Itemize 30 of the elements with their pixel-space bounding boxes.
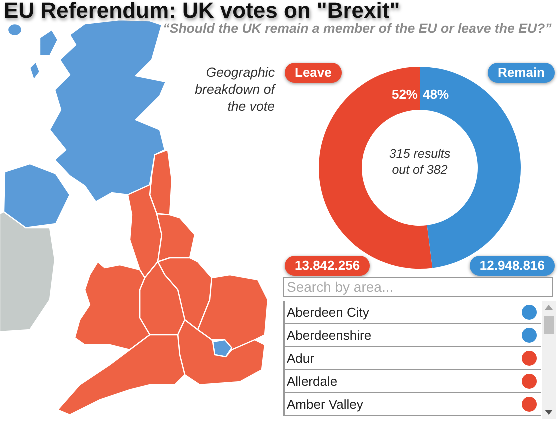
remain-total: 12.948.816: [470, 256, 555, 276]
map-region[interactable]: [3, 163, 71, 229]
area-name[interactable]: Allerdale: [287, 374, 338, 388]
map-region[interactable]: [57, 334, 186, 416]
area-name[interactable]: Aberdeen City: [287, 304, 370, 320]
leave-label: Leave: [285, 63, 342, 83]
question-text: “Should the UK remain a member of the EU or leave the EU?”: [162, 20, 553, 37]
map-region[interactable]: [157, 257, 213, 331]
map-region[interactable]: [139, 260, 186, 336]
search-field[interactable]: Search by area...: [283, 277, 553, 297]
area-name[interactable]: Aberdeenshire: [287, 328, 372, 342]
caption-text: Geographic breakdown of the vote: [194, 64, 275, 116]
map-region[interactable]: [197, 274, 269, 351]
map-region[interactable]: [74, 261, 151, 351]
map-region[interactable]: [149, 149, 173, 216]
percent-label: 48%: [423, 87, 450, 102]
scroll-down-icon[interactable]: [545, 410, 553, 415]
scrollbar[interactable]: [542, 301, 556, 419]
page-title: EU Referendum: UK votes on "Brexit": [4, 0, 400, 21]
area-name[interactable]: Adur: [287, 350, 314, 366]
remain-label: Remain: [488, 63, 555, 83]
map-region[interactable]: [177, 319, 266, 386]
percent-label: 52%: [392, 87, 418, 102]
map-region[interactable]: [127, 174, 163, 280]
results-count: 315 results out of 382: [388, 146, 452, 178]
leave-total: 13.842.256: [285, 256, 370, 276]
scroll-up-icon[interactable]: [545, 305, 553, 310]
scrollbar-thumb[interactable]: [544, 316, 554, 334]
map-region[interactable]: [156, 213, 196, 263]
area-name[interactable]: Amber Valley: [287, 396, 364, 412]
